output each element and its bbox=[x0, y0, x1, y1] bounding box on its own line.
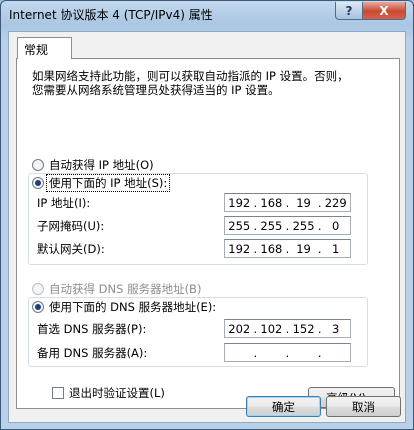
description-text: 如果网络支持此功能，则可以获取自动指派的 IP 设置。否则， 您需要从网络系统管… bbox=[32, 69, 349, 97]
cancel-button[interactable]: 取消 bbox=[326, 396, 401, 417]
alternate-dns-label: 备用 DNS 服务器(A): bbox=[37, 346, 148, 360]
dns-auto-radio[interactable] bbox=[32, 283, 44, 295]
subnet-mask-input[interactable]: 255. 255. 255. 0 bbox=[224, 216, 351, 235]
alternate-dns-input[interactable]: ... bbox=[224, 343, 351, 362]
ip-manual-radio[interactable] bbox=[32, 177, 44, 189]
ip-auto-label: 自动获得 IP 地址(O) bbox=[49, 158, 154, 172]
default-gateway-label: 默认网关(D): bbox=[37, 242, 105, 256]
title-bar: Internet 协议版本 4 (TCP/IPv4) 属性 ? X bbox=[1, 1, 413, 27]
ip-address-input[interactable]: 192. 168. 19. 229 bbox=[224, 193, 351, 212]
preferred-dns-input[interactable]: 202. 102. 152. 3 bbox=[224, 319, 351, 338]
dialog-body: 常规 如果网络支持此功能，则可以获取自动指派的 IP 设置。否则， 您需要从网络… bbox=[8, 31, 406, 423]
validate-on-exit-label: 退出时验证设置(L) bbox=[69, 386, 165, 400]
preferred-dns-label: 首选 DNS 服务器(P): bbox=[37, 322, 147, 336]
dns-auto-label: 自动获得 DNS 服务器地址(B) bbox=[49, 282, 202, 296]
close-button[interactable]: X bbox=[362, 2, 406, 20]
window-title: Internet 协议版本 4 (TCP/IPv4) 属性 bbox=[9, 8, 213, 22]
general-page: 如果网络支持此功能，则可以获取自动指派的 IP 设置。否则， 您需要从网络系统管… bbox=[16, 58, 400, 409]
ip-manual-label: 使用下面的 IP 地址(S): bbox=[45, 174, 171, 192]
subnet-mask-label: 子网掩码(U): bbox=[37, 219, 105, 233]
description-line-2: 您需要从网络系统管理员处获得适当的 IP 设置。 bbox=[32, 83, 280, 97]
tab-general-label: 常规 bbox=[24, 43, 49, 57]
help-button[interactable]: ? bbox=[335, 2, 363, 20]
description-line-1: 如果网络支持此功能，则可以获取自动指派的 IP 设置。否则， bbox=[32, 69, 349, 83]
dns-manual-radio[interactable] bbox=[32, 301, 44, 313]
ip-address-label: IP 地址(I): bbox=[37, 196, 91, 210]
ip-auto-radio[interactable] bbox=[32, 159, 44, 171]
dialog-window: Internet 协议版本 4 (TCP/IPv4) 属性 ? X 常规 如果网… bbox=[0, 0, 414, 430]
help-icon: ? bbox=[345, 3, 353, 18]
ok-button[interactable]: 确定 bbox=[246, 396, 321, 417]
default-gateway-input[interactable]: 192. 168. 19. 1 bbox=[224, 239, 351, 258]
validate-on-exit-checkbox[interactable] bbox=[52, 387, 64, 399]
close-icon: X bbox=[379, 3, 389, 18]
tab-general[interactable]: 常规 bbox=[17, 37, 72, 59]
dns-manual-label: 使用下面的 DNS 服务器地址(E): bbox=[49, 300, 217, 314]
